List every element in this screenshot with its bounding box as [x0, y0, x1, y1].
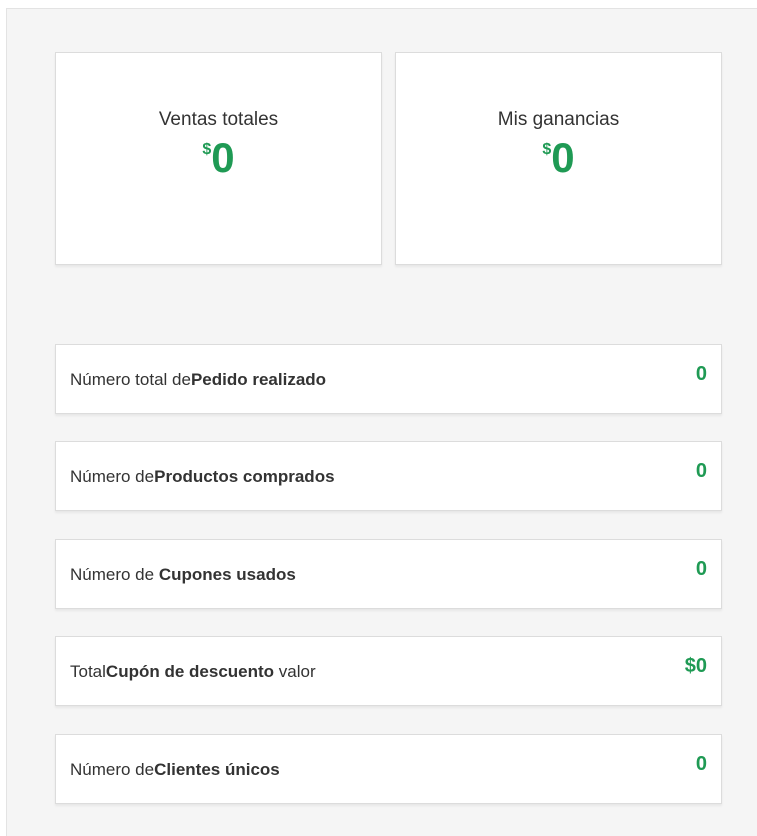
my-earnings-card: Mis ganancias $0: [395, 52, 722, 265]
stat-unique-customers: Número deClientes únicos 0: [55, 734, 722, 804]
stat-value: 0: [695, 753, 707, 775]
stat-orders-placed: Número total dePedido realizado 0: [55, 344, 722, 414]
stat-coupon-discount-total: TotalCupón de descuento valor $0: [55, 636, 722, 706]
stat-label: Número total dePedido realizado: [70, 370, 327, 389]
my-earnings-value: $0: [396, 137, 721, 179]
total-sales-card: Ventas totales $0: [55, 52, 382, 265]
total-sales-currency: $: [202, 141, 212, 158]
stat-label: Número de Cupones usados: [70, 565, 296, 584]
stat-value: $0: [684, 655, 707, 677]
stat-value: 0: [695, 363, 707, 385]
stat-products-purchased: Número deProductos comprados 0: [55, 441, 722, 511]
stat-label: Número deProductos comprados: [70, 467, 335, 486]
my-earnings-label: Mis ganancias: [497, 109, 620, 130]
total-sales-value: $0: [56, 137, 381, 179]
stat-coupons-used: Número de Cupones usados 0: [55, 539, 722, 609]
my-earnings-amount: 0: [551, 134, 575, 181]
stat-value: 0: [695, 460, 707, 482]
stat-label: Número deClientes únicos: [70, 760, 280, 779]
total-sales-label: Ventas totales: [158, 109, 279, 130]
stat-label: TotalCupón de descuento valor: [70, 662, 316, 681]
my-earnings-currency: $: [542, 141, 552, 158]
stat-value: 0: [695, 558, 707, 580]
total-sales-amount: 0: [211, 134, 235, 181]
dashboard-panel: Ventas totales $0 Mis ganancias $0 Númer…: [6, 8, 757, 836]
